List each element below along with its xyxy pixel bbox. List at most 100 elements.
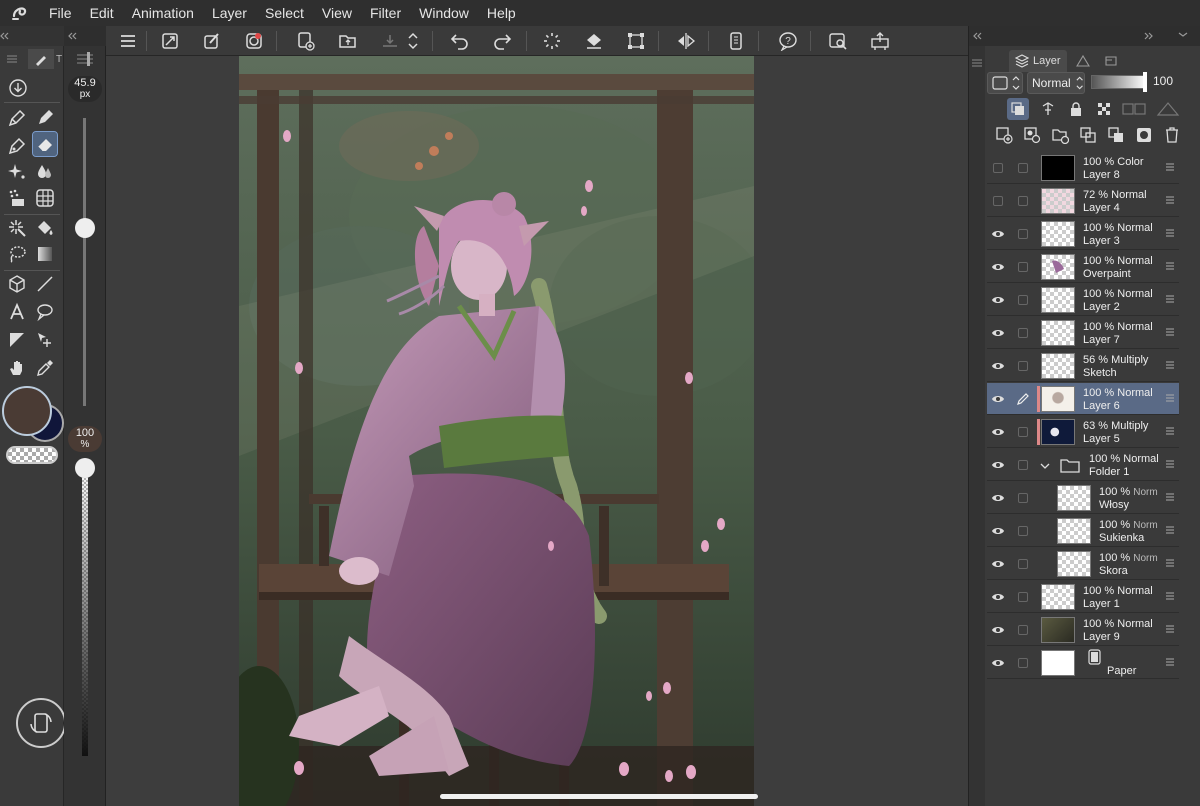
menu-edit[interactable]: Edit	[81, 0, 123, 26]
transform-icon[interactable]	[624, 29, 648, 53]
clip-to-lower-layer-icon[interactable]	[1007, 98, 1029, 120]
pen-nib-icon[interactable]	[5, 134, 29, 158]
sparkle-icon[interactable]	[5, 160, 29, 184]
search-window-icon[interactable]	[826, 29, 850, 53]
layer-menu-icon[interactable]	[1165, 458, 1175, 470]
text-icon[interactable]	[5, 300, 29, 324]
eye-icon[interactable]	[991, 293, 1005, 307]
layer-menu-icon[interactable]	[1165, 557, 1175, 569]
layer-row[interactable]: 100 % Normal Layer 9	[987, 614, 1179, 646]
brush-size-slider-track[interactable]	[83, 118, 86, 406]
layer-row[interactable]: Paper	[987, 647, 1179, 679]
layer-menu-icon[interactable]	[1165, 293, 1175, 305]
layer-select-checkbox[interactable]	[1018, 592, 1028, 602]
transfer-to-lower-icon[interactable]	[1077, 124, 1099, 146]
layer-menu-icon[interactable]	[1165, 623, 1175, 635]
layer-select-checkbox[interactable]	[1018, 328, 1028, 338]
layer-menu-icon[interactable]	[1165, 260, 1175, 272]
eraser-icon[interactable]	[32, 131, 58, 157]
layer-type-select[interactable]	[987, 72, 1023, 94]
help-icon[interactable]: ?	[776, 29, 800, 53]
menu-animation[interactable]: Animation	[123, 0, 203, 26]
eye-icon[interactable]	[991, 227, 1005, 241]
layer-folder-row[interactable]: 100 % Normal Folder 1	[987, 449, 1179, 481]
canvas-area[interactable]	[106, 56, 968, 806]
3d-cube-icon[interactable]	[5, 272, 29, 296]
layer-select-checkbox[interactable]	[1018, 460, 1028, 470]
ruler-link-icon[interactable]	[1155, 98, 1181, 120]
artwork-canvas[interactable]	[239, 56, 754, 806]
loading-icon[interactable]	[540, 29, 564, 53]
gradient-icon[interactable]	[33, 242, 57, 266]
brush-settings-icon[interactable]	[200, 29, 224, 53]
eye-icon[interactable]	[991, 557, 1005, 571]
layer-select-checkbox[interactable]	[1018, 262, 1028, 272]
line-icon[interactable]	[33, 272, 57, 296]
eyedropper-icon[interactable]	[33, 356, 57, 380]
layer-select-checkbox[interactable]	[1018, 196, 1028, 206]
new-folder-icon[interactable]	[1049, 124, 1071, 146]
layer-select-checkbox[interactable]	[1018, 295, 1028, 305]
export-icon[interactable]	[868, 29, 892, 53]
trash-icon[interactable]	[1161, 124, 1183, 146]
layer-menu-icon[interactable]	[1165, 656, 1175, 668]
mask-link-icon[interactable]	[1121, 98, 1147, 120]
menu-window[interactable]: Window	[410, 0, 478, 26]
layer-row[interactable]: 100 % Norm Sukienka	[987, 515, 1179, 547]
redo-icon[interactable]	[490, 29, 514, 53]
eye-icon[interactable]	[991, 590, 1005, 604]
eye-icon[interactable]	[991, 326, 1005, 340]
layer-select-checkbox[interactable]	[1018, 658, 1028, 668]
layer-select-checkbox[interactable]	[1018, 163, 1028, 173]
eye-icon[interactable]	[991, 524, 1005, 538]
layer-select-checkbox[interactable]	[1018, 361, 1028, 371]
lock-icon[interactable]	[1065, 98, 1087, 120]
new-file-icon[interactable]	[294, 29, 318, 53]
save-cloud-icon[interactable]	[378, 29, 402, 53]
eye-icon[interactable]	[991, 491, 1005, 505]
new-raster-layer-icon[interactable]	[993, 124, 1015, 146]
eye-hidden-icon[interactable]	[991, 161, 1005, 175]
brush-strip-tab[interactable]	[64, 48, 106, 70]
updown-icon[interactable]	[406, 29, 420, 53]
pencil-icon[interactable]	[33, 106, 57, 130]
main-color-swatch[interactable]	[2, 386, 52, 436]
tool-tab-text[interactable]: T	[56, 54, 62, 65]
layer-mask-icon[interactable]	[1133, 124, 1155, 146]
layer-row[interactable]: 100 % Normal Layer 7	[987, 317, 1179, 349]
layer-menu-icon[interactable]	[1165, 491, 1175, 503]
layer-menu-icon[interactable]	[1165, 161, 1175, 173]
layer-menu-icon[interactable]	[1165, 590, 1175, 602]
fill-dots-icon[interactable]	[5, 186, 29, 210]
reference-layer-icon[interactable]	[1037, 98, 1059, 120]
layer-opacity-thumb[interactable]	[1143, 72, 1147, 92]
layer-select-checkbox[interactable]	[1018, 625, 1028, 635]
object-select-icon[interactable]	[33, 328, 57, 352]
clip-studio-logo-icon[interactable]	[0, 0, 40, 26]
frame-ruler-icon[interactable]	[5, 328, 29, 352]
layer-row[interactable]: 100 % Normal Overpaint	[987, 251, 1179, 283]
eye-icon[interactable]	[991, 623, 1005, 637]
hand-icon[interactable]	[5, 356, 29, 380]
layer-row[interactable]: 56 % Multiply Sketch	[987, 350, 1179, 382]
edit-pen-icon[interactable]	[1016, 392, 1030, 406]
layer-menu-icon[interactable]	[1165, 326, 1175, 338]
layer-row[interactable]: 72 % Normal Layer 4	[987, 185, 1179, 217]
transparent-color-swatch[interactable]	[6, 446, 58, 464]
menu-view[interactable]: View	[313, 0, 361, 26]
hamburger-icon[interactable]	[116, 29, 140, 53]
layer-select-checkbox[interactable]	[1018, 427, 1028, 437]
speech-balloon-icon[interactable]	[33, 300, 57, 324]
chevron-down-icon[interactable]	[1039, 460, 1051, 472]
eye-icon[interactable]	[991, 392, 1005, 406]
smartphone-icon[interactable]	[724, 29, 748, 53]
tab-layer-property[interactable]	[1069, 50, 1097, 72]
eye-icon[interactable]	[991, 359, 1005, 373]
tab-history[interactable]	[1097, 50, 1125, 72]
new-vector-layer-icon[interactable]	[1021, 124, 1043, 146]
layer-select-checkbox[interactable]	[1018, 229, 1028, 239]
grid-icon[interactable]	[33, 186, 57, 210]
tool-tab-pen[interactable]	[28, 49, 54, 69]
home-indicator[interactable]	[440, 794, 758, 799]
magic-wand-icon[interactable]	[5, 216, 29, 240]
